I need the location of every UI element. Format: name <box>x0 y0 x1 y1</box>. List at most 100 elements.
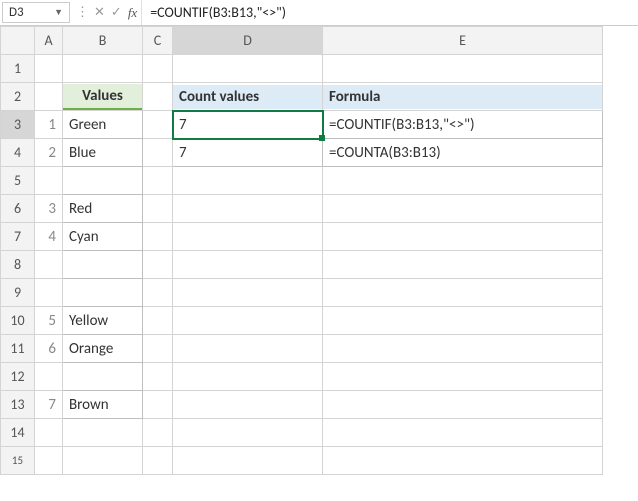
cell[interactable] <box>143 391 173 419</box>
cell[interactable] <box>323 223 603 251</box>
cell[interactable] <box>143 279 173 307</box>
cell[interactable]: Yellow <box>63 307 143 335</box>
cell[interactable] <box>35 167 63 195</box>
cell[interactable] <box>143 223 173 251</box>
cell[interactable] <box>173 363 323 391</box>
select-all-corner[interactable] <box>1 27 35 55</box>
cell[interactable]: Green <box>63 111 143 139</box>
cell[interactable] <box>323 447 603 475</box>
cancel-icon[interactable]: ✕ <box>94 5 105 20</box>
cell[interactable] <box>323 167 603 195</box>
cell[interactable] <box>35 447 63 475</box>
cell[interactable] <box>173 55 323 83</box>
cell[interactable] <box>323 279 603 307</box>
cell[interactable] <box>173 167 323 195</box>
cell[interactable] <box>63 167 143 195</box>
cell[interactable] <box>35 251 63 279</box>
cell[interactable] <box>35 83 63 111</box>
row-header[interactable]: 12 <box>1 363 35 391</box>
row-header[interactable]: 15 <box>1 447 35 475</box>
fx-icon[interactable]: fx <box>128 5 137 21</box>
spreadsheet-grid[interactable]: A B C D E 1 2 Values Count values Formul… <box>0 26 638 475</box>
cell[interactable]: 3 <box>35 195 63 223</box>
cell[interactable]: 6 <box>35 335 63 363</box>
row-header[interactable]: 9 <box>1 279 35 307</box>
cell[interactable] <box>63 419 143 447</box>
cell[interactable] <box>143 111 173 139</box>
cell[interactable] <box>323 251 603 279</box>
cell[interactable]: 2 <box>35 139 63 167</box>
cell[interactable]: Orange <box>63 335 143 363</box>
cell[interactable] <box>173 419 323 447</box>
cell[interactable] <box>173 195 323 223</box>
cell[interactable] <box>63 279 143 307</box>
cell[interactable] <box>323 195 603 223</box>
cell[interactable]: 4 <box>35 223 63 251</box>
cell[interactable] <box>173 279 323 307</box>
cell[interactable] <box>173 447 323 475</box>
cell[interactable] <box>143 251 173 279</box>
cell[interactable] <box>323 391 603 419</box>
cell[interactable]: 5 <box>35 307 63 335</box>
cell[interactable] <box>63 363 143 391</box>
row-header[interactable]: 8 <box>1 251 35 279</box>
cell[interactable] <box>143 139 173 167</box>
row-header[interactable]: 1 <box>1 55 35 83</box>
cell[interactable] <box>35 279 63 307</box>
cell[interactable] <box>143 83 173 111</box>
cell[interactable]: 7 <box>173 139 323 167</box>
row-header[interactable]: 7 <box>1 223 35 251</box>
cell[interactable] <box>35 55 63 83</box>
row-header[interactable]: 6 <box>1 195 35 223</box>
row-header[interactable]: 13 <box>1 391 35 419</box>
cell-header-formula[interactable]: Formula <box>323 83 603 111</box>
row-header[interactable]: 4 <box>1 139 35 167</box>
cell[interactable] <box>323 419 603 447</box>
cell[interactable]: Red <box>63 195 143 223</box>
row-header[interactable]: 2 <box>1 83 35 111</box>
col-header-A[interactable]: A <box>35 27 63 55</box>
cell-header-count[interactable]: Count values <box>173 83 323 111</box>
cell[interactable] <box>143 55 173 83</box>
cell[interactable] <box>323 363 603 391</box>
cell[interactable]: =COUNTA(B3:B13) <box>323 139 603 167</box>
formula-input[interactable]: =COUNTIF(B3:B13,"<>") <box>142 0 638 25</box>
row-header[interactable]: 14 <box>1 419 35 447</box>
cell[interactable] <box>173 307 323 335</box>
cell[interactable] <box>35 363 63 391</box>
col-header-D[interactable]: D <box>173 27 323 55</box>
cell[interactable] <box>323 335 603 363</box>
cell[interactable] <box>63 447 143 475</box>
cell[interactable] <box>143 335 173 363</box>
cell[interactable]: =COUNTIF(B3:B13,"<>") <box>323 111 603 139</box>
row-header[interactable]: 5 <box>1 167 35 195</box>
cell[interactable]: 1 <box>35 111 63 139</box>
cell[interactable] <box>143 307 173 335</box>
cell[interactable] <box>35 419 63 447</box>
cell[interactable] <box>63 55 143 83</box>
col-header-B[interactable]: B <box>63 27 143 55</box>
cell[interactable] <box>143 195 173 223</box>
cell[interactable] <box>323 55 603 83</box>
col-header-E[interactable]: E <box>323 27 603 55</box>
row-header[interactable]: 11 <box>1 335 35 363</box>
cell[interactable]: Blue <box>63 139 143 167</box>
cell[interactable]: 7 <box>35 391 63 419</box>
cell[interactable] <box>173 335 323 363</box>
col-header-C[interactable]: C <box>143 27 173 55</box>
cell[interactable] <box>143 167 173 195</box>
cell[interactable] <box>323 307 603 335</box>
name-box[interactable]: D3 ▼ <box>2 2 70 23</box>
confirm-icon[interactable]: ✓ <box>111 5 122 20</box>
row-header[interactable]: 10 <box>1 307 35 335</box>
cell-active[interactable]: 7 <box>173 111 323 139</box>
cell[interactable]: Cyan <box>63 223 143 251</box>
cell[interactable] <box>143 419 173 447</box>
cell[interactable] <box>173 223 323 251</box>
cell[interactable]: Brown <box>63 391 143 419</box>
cell[interactable] <box>173 251 323 279</box>
cell[interactable] <box>63 251 143 279</box>
cell[interactable] <box>173 391 323 419</box>
cell-header-values[interactable]: Values <box>63 83 143 111</box>
cell[interactable] <box>143 363 173 391</box>
